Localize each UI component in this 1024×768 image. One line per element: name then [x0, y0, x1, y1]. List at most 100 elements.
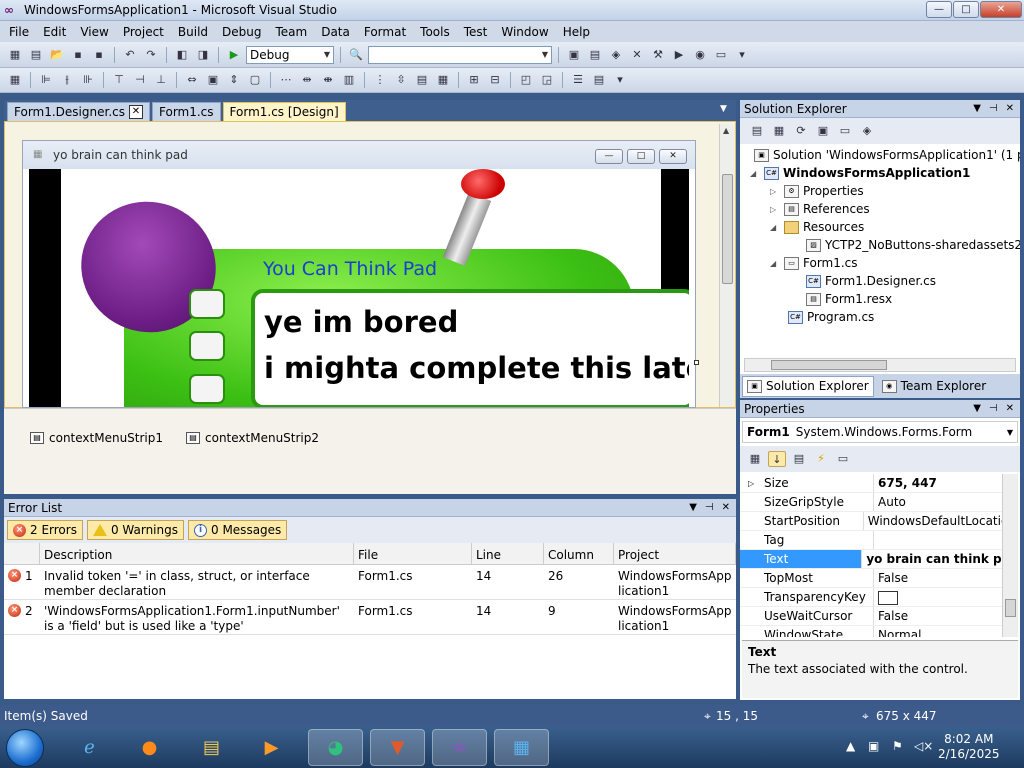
- solution-explorer-horizontal-scrollbar[interactable]: [744, 358, 1016, 372]
- toolbar-options-icon[interactable]: ▾: [733, 47, 751, 63]
- close-panel-icon[interactable]: ✕: [1006, 403, 1014, 414]
- property-value[interactable]: Normal: [874, 626, 921, 637]
- center-horizontally-icon[interactable]: ⊞: [465, 72, 483, 88]
- expanded-arrow-icon[interactable]: ◢: [770, 223, 780, 232]
- col-index-header[interactable]: [4, 543, 40, 564]
- make-same-size-icon[interactable]: ▢: [246, 72, 264, 88]
- find-in-files-icon[interactable]: 🔍: [347, 47, 365, 63]
- tab-form1-cs[interactable]: Form1.cs: [152, 102, 221, 121]
- property-row-usewaitcursor[interactable]: UseWaitCursor False: [740, 607, 1002, 626]
- lock-controls-icon[interactable]: ▤: [590, 72, 608, 88]
- property-row-text[interactable]: Text yo brain can think pad: [740, 550, 1002, 569]
- property-value[interactable]: yo brain can think pad: [862, 550, 1002, 568]
- redo-icon[interactable]: ↷: [142, 47, 160, 63]
- property-value[interactable]: False: [874, 569, 908, 587]
- col-column-header[interactable]: Column: [544, 543, 614, 564]
- scroll-thumb[interactable]: [1005, 599, 1016, 617]
- internet-explorer-icon[interactable]: ℯ: [62, 729, 117, 766]
- expanded-arrow-icon[interactable]: ◢: [770, 259, 780, 268]
- start-page-icon[interactable]: ▶: [670, 47, 688, 63]
- window-position-icon[interactable]: ▼: [973, 103, 981, 114]
- extension-manager-icon[interactable]: ⚒: [649, 47, 667, 63]
- app-icon[interactable]: ▦: [494, 729, 549, 766]
- view-class-diagram-icon[interactable]: ◈: [858, 123, 876, 139]
- table-row[interactable]: × 2 'WindowsFormsApplication1.Form1.input…: [4, 600, 736, 635]
- solution-explorer-icon[interactable]: ▣: [565, 47, 583, 63]
- bring-to-front-icon[interactable]: ◰: [517, 72, 535, 88]
- active-files-dropdown-icon[interactable]: ▼: [720, 104, 732, 116]
- tray-item-contextmenustrip1[interactable]: ▤ contextMenuStrip1: [30, 431, 163, 445]
- property-row-transparencykey[interactable]: TransparencyKey: [740, 588, 1002, 607]
- property-value[interactable]: [874, 588, 898, 606]
- messages-filter-button[interactable]: i 0 Messages: [188, 520, 288, 540]
- align-rights-icon[interactable]: ⊪: [79, 72, 97, 88]
- properties-view-icon[interactable]: ▤: [790, 451, 808, 467]
- make-same-height-icon[interactable]: ⇕: [225, 72, 243, 88]
- scroll-thumb[interactable]: [771, 360, 887, 370]
- app-icon[interactable]: ◕: [308, 729, 363, 766]
- property-row-topmost[interactable]: TopMost False: [740, 569, 1002, 588]
- volume-muted-icon[interactable]: ◁×: [914, 739, 933, 753]
- menu-window[interactable]: Window: [494, 25, 555, 39]
- refresh-icon[interactable]: ⟳: [792, 123, 810, 139]
- tree-item-resource-file[interactable]: ▨ YCTP2_NoButtons-sharedassets2.assets: [806, 236, 1020, 254]
- menu-format[interactable]: Format: [357, 25, 413, 39]
- window-position-icon[interactable]: ▼: [973, 403, 981, 414]
- menu-data[interactable]: Data: [314, 25, 357, 39]
- form-title-bar[interactable]: ▦ yo brain can think pad — □ ✕: [23, 141, 695, 169]
- firefox-icon[interactable]: ●: [122, 729, 177, 766]
- remove-vertical-spacing-icon[interactable]: ▦: [434, 72, 452, 88]
- navigate-backward-icon[interactable]: ◧: [173, 47, 191, 63]
- size-to-grid-icon[interactable]: ▣: [204, 72, 222, 88]
- make-same-width-icon[interactable]: ⇔: [183, 72, 201, 88]
- property-value[interactable]: 675, 447: [874, 474, 937, 492]
- align-middles-icon[interactable]: ⊣: [131, 72, 149, 88]
- tab-form1-design[interactable]: Form1.cs [Design]: [222, 102, 346, 121]
- tree-item-solution[interactable]: ▣ Solution 'WindowsFormsApplication1' (1…: [754, 146, 1020, 164]
- increase-vertical-spacing-icon[interactable]: ⇳: [392, 72, 410, 88]
- menu-team[interactable]: Team: [268, 25, 314, 39]
- toolbar-options-icon[interactable]: ▾: [611, 72, 629, 88]
- new-project-icon[interactable]: ▦: [6, 47, 24, 63]
- maximize-button[interactable]: □: [953, 1, 979, 18]
- table-row[interactable]: × 1 Invalid token '=' in class, struct, o…: [4, 565, 736, 600]
- center-vertically-icon[interactable]: ⊟: [486, 72, 504, 88]
- tree-item-project[interactable]: ◢ C# WindowsFormsApplication1: [750, 164, 970, 182]
- view-designer-icon[interactable]: ▭: [836, 123, 854, 139]
- tree-item-form1-designer[interactable]: C# Form1.Designer.cs: [806, 272, 936, 290]
- collapsed-arrow-icon[interactable]: ▷: [770, 187, 780, 196]
- system-clock[interactable]: 8:02 AM 2/16/2025: [938, 732, 1000, 762]
- toolbox-icon[interactable]: ✕: [628, 47, 646, 63]
- object-selector-dropdown[interactable]: Form1 System.Windows.Forms.Form ▼: [742, 421, 1018, 443]
- property-value[interactable]: [874, 531, 878, 549]
- view-code-icon[interactable]: ▣: [814, 123, 832, 139]
- show-all-files-icon[interactable]: ▦: [770, 123, 788, 139]
- categorized-icon[interactable]: ▦: [746, 451, 764, 467]
- scroll-up-icon[interactable]: ▲: [723, 126, 729, 135]
- minimize-button[interactable]: —: [926, 1, 952, 18]
- tree-item-references[interactable]: ▷ ▤ References: [770, 200, 870, 218]
- menu-tools[interactable]: Tools: [413, 25, 457, 39]
- property-row-size[interactable]: ▷ Size 675, 447: [740, 474, 1002, 493]
- expand-arrow-icon[interactable]: ▷: [748, 474, 754, 493]
- form-resize-handle[interactable]: [694, 360, 699, 365]
- properties-window-icon[interactable]: ▤: [586, 47, 604, 63]
- tree-item-form1-resx[interactable]: ▤ Form1.resx: [806, 290, 892, 308]
- remove-horizontal-spacing-icon[interactable]: ▥: [340, 72, 358, 88]
- scroll-thumb[interactable]: [722, 174, 733, 284]
- property-row-windowstate[interactable]: WindowState Normal: [740, 626, 1002, 637]
- alphabetical-icon[interactable]: ↓: [768, 451, 786, 467]
- add-item-icon[interactable]: ▤: [27, 47, 45, 63]
- align-bottoms-icon[interactable]: ⊥: [152, 72, 170, 88]
- tab-order-icon[interactable]: ☰: [569, 72, 587, 88]
- open-file-icon[interactable]: 📂: [48, 47, 66, 63]
- window-position-icon[interactable]: ▼: [689, 502, 697, 513]
- close-panel-icon[interactable]: ✕: [1006, 103, 1014, 114]
- save-all-icon[interactable]: ▪: [90, 47, 108, 63]
- designer-vertical-scrollbar[interactable]: ▲: [719, 124, 735, 407]
- col-project-header[interactable]: Project: [614, 543, 736, 564]
- col-description-header[interactable]: Description: [40, 543, 354, 564]
- close-panel-icon[interactable]: ✕: [722, 502, 730, 513]
- menu-debug[interactable]: Debug: [215, 25, 268, 39]
- property-value[interactable]: False: [874, 607, 908, 625]
